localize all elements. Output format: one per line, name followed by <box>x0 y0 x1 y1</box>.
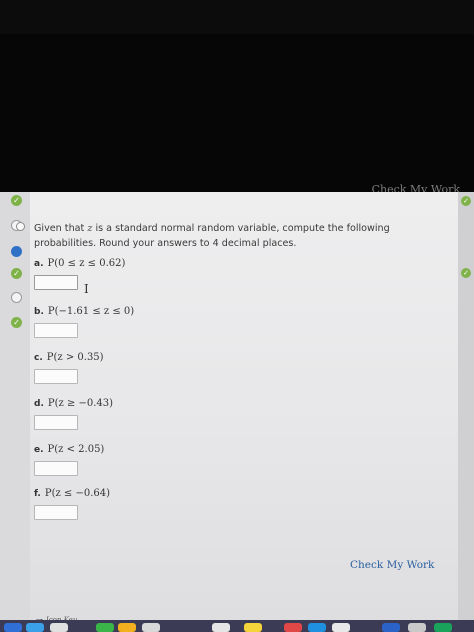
part-e-letter: e. <box>34 445 44 455</box>
part-e: e. P(z < 2.05) <box>34 444 104 476</box>
radio-icon[interactable] <box>16 222 25 231</box>
question-text-start: Given that <box>34 223 88 234</box>
right-rail: ✓ ✓ <box>458 192 474 620</box>
part-e-label: e. P(z < 2.05) <box>34 444 104 455</box>
part-f-answer-input[interactable] <box>34 505 78 520</box>
part-a-label: a. P(0 ≤ z ≤ 0.62) <box>34 258 125 269</box>
part-c-answer-input[interactable] <box>34 369 78 384</box>
dock-app-icon[interactable] <box>50 623 68 632</box>
check-icon[interactable]: ✓ <box>11 195 22 206</box>
question-content: Given that z is a standard normal random… <box>16 218 438 624</box>
part-b: b. P(−1.61 ≤ z ≤ 0) <box>34 306 134 338</box>
part-c-letter: c. <box>34 353 43 363</box>
part-d: d. P(z ≥ −0.43) <box>34 398 113 430</box>
part-d-answer-input[interactable] <box>34 415 78 430</box>
part-c: c. P(z > 0.35) <box>34 352 104 384</box>
part-f-expression: P(z ≤ −0.64) <box>44 488 111 499</box>
part-a-answer-input[interactable] <box>34 275 78 290</box>
dock-app-icon[interactable] <box>118 623 136 632</box>
part-f-letter: f. <box>34 489 41 499</box>
check-icon: ✓ <box>461 268 471 278</box>
dock-app-icon[interactable] <box>434 623 452 632</box>
dock-app-icon[interactable] <box>96 623 114 632</box>
dock <box>0 620 474 632</box>
part-d-letter: d. <box>34 399 44 409</box>
text-cursor-icon: I <box>84 282 89 296</box>
part-b-label: b. P(−1.61 ≤ z ≤ 0) <box>34 306 134 317</box>
dock-app-icon[interactable] <box>244 623 262 632</box>
dock-app-icon[interactable] <box>284 623 302 632</box>
part-d-label: d. P(z ≥ −0.43) <box>34 398 113 409</box>
dock-app-icon[interactable] <box>308 623 326 632</box>
question-text: Given that z is a standard normal random… <box>34 221 414 251</box>
part-f-label: f. P(z ≤ −0.64) <box>34 488 110 499</box>
dock-app-icon[interactable] <box>382 623 400 632</box>
part-e-answer-input[interactable] <box>34 461 78 476</box>
part-c-label: c. P(z > 0.35) <box>34 352 104 363</box>
part-e-expression: P(z < 2.05) <box>47 444 105 455</box>
part-b-answer-input[interactable] <box>34 323 78 338</box>
top-bar <box>0 0 474 34</box>
part-d-expression: P(z ≥ −0.43) <box>47 398 114 409</box>
dock-app-icon[interactable] <box>142 623 160 632</box>
part-b-expression: P(−1.61 ≤ z ≤ 0) <box>47 306 135 317</box>
dock-app-icon[interactable] <box>212 623 230 632</box>
check-icon: ✓ <box>461 196 471 206</box>
dock-app-icon[interactable] <box>4 623 22 632</box>
part-c-expression: P(z > 0.35) <box>46 352 104 363</box>
question-panel: ✓ ✓ ✓ ✓ ✓ Given that z is a standard nor… <box>0 192 474 624</box>
part-a-letter: a. <box>34 259 44 269</box>
dock-app-icon[interactable] <box>332 623 350 632</box>
dock-app-icon[interactable] <box>26 623 44 632</box>
part-a-expression: P(0 ≤ z ≤ 0.62) <box>47 258 126 269</box>
dock-app-icon[interactable] <box>408 623 426 632</box>
part-b-letter: b. <box>34 307 44 317</box>
check-my-work-button[interactable]: Check My Work <box>350 559 434 571</box>
part-f: f. P(z ≤ −0.64) <box>34 488 110 520</box>
part-a: a. P(0 ≤ z ≤ 0.62) I <box>34 258 125 296</box>
